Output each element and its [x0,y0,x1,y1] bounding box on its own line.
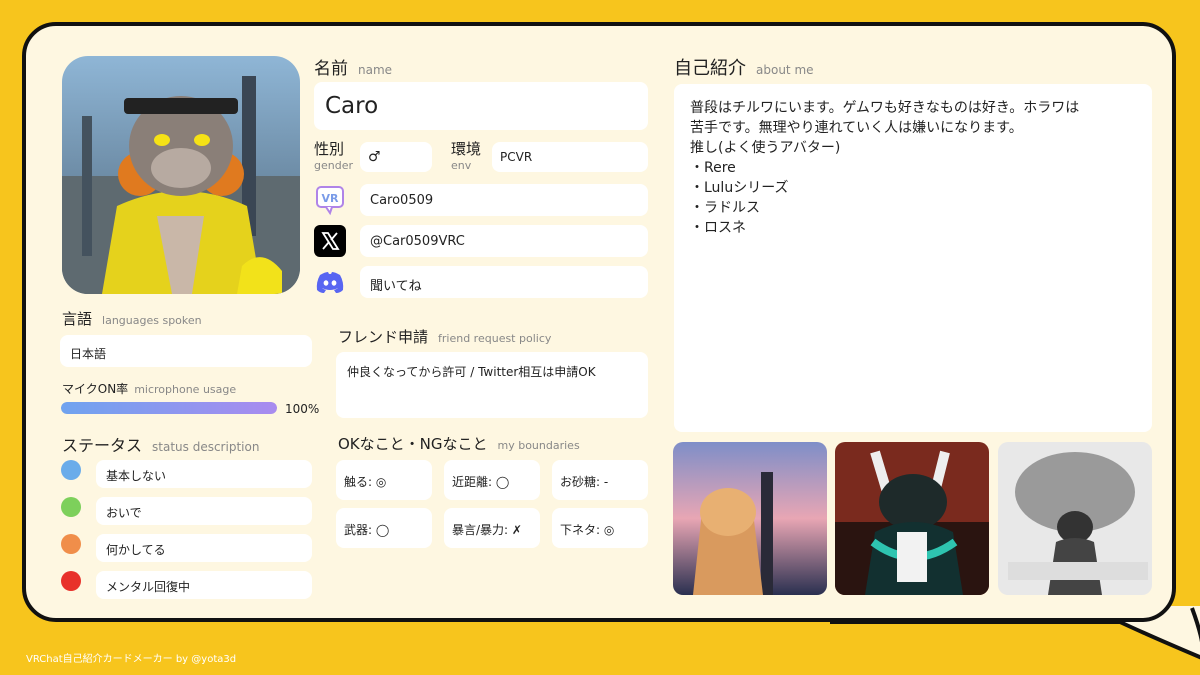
avatar-image [62,56,300,294]
status-item[interactable]: メンタル回復中 [96,571,312,599]
about-field[interactable]: 普段はチルワにいます。ゲムワも好きなものは好き。ホラワは 苦手です。無理やり連れ… [674,84,1152,432]
about-subtitle: about me [756,63,814,77]
status-dot-blue [61,460,81,480]
boundary-item[interactable]: お砂糖: - [552,460,648,500]
status-item[interactable]: 何かしてる [96,534,312,562]
about-line: ・ロスネ [690,220,746,236]
friend-title: フレンド申請 [338,328,429,346]
boundary-label: 近距離: ◯ [452,475,510,489]
languages-subtitle: languages spoken [102,314,202,327]
languages-value: 日本語 [70,347,107,361]
status-dot-orange [61,534,81,554]
boundary-item[interactable]: 武器: ◯ [336,508,432,548]
discord-icon [314,266,346,298]
avatar-photo-1 [673,442,827,595]
mic-bar [61,402,277,414]
avatar-photo-2 [835,442,989,595]
boundary-label: お砂糖: - [560,475,609,489]
boundary-label: 触る: ◎ [344,475,387,489]
about-line: 苦手です。無理やり連れていく人は嫌いになります。 [690,120,1023,136]
status-dot-red [61,571,81,591]
gender-subtitle: gender [314,159,353,172]
mic-title: マイクON率 [62,382,129,396]
avatar-photo-3 [998,442,1152,595]
status-dot-green [61,497,81,517]
footer-credit: VRChat自己紹介カードメーカー by @yota3d [26,654,237,665]
friend-value: 仲良くなってから許可 / Twitter相互は申請OK [347,365,596,379]
status-title: ステータス [62,436,143,455]
mic-value: 100% [285,402,320,416]
about-line: 普段はチルワにいます。ゲムワも好きなものは好き。ホラワは [690,100,1080,116]
vrchat-icon-text: VR [322,192,340,205]
boundary-label: 下ネタ: ◎ [560,523,615,537]
friend-subtitle: friend request policy [438,332,552,345]
name-title: 名前 [314,59,348,79]
boundary-item[interactable]: 暴言/暴力: ✗ [444,508,540,548]
name-field[interactable]: Caro [314,82,648,130]
boundaries-title: OKなこと・NGなこと [338,435,488,453]
boundary-item[interactable]: 近距離: ◯ [444,460,540,500]
boundary-item[interactable]: 触る: ◎ [336,460,432,500]
vrchat-id-field[interactable]: Caro0509 [360,184,648,216]
name-subtitle: name [358,63,393,77]
status-label: メンタル回復中 [106,580,191,594]
x-icon [314,225,346,257]
boundaries-subtitle: my boundaries [497,439,580,452]
twitter-handle-field[interactable]: @Car0509VRC [360,225,648,257]
discord-field[interactable]: 聞いてね [360,266,648,298]
env-subtitle: env [451,159,472,172]
boundary-label: 暴言/暴力: ✗ [452,523,522,537]
friend-field[interactable]: 仲良くなってから許可 / Twitter相互は申請OK [336,352,648,418]
gender-field[interactable]: ♂ [360,142,432,172]
status-item[interactable]: 基本しない [96,460,312,488]
status-item[interactable]: おいで [96,497,312,525]
env-field[interactable]: PCVR [492,142,648,172]
about-line: 推し(よく使うアバター) [690,140,841,156]
gender-title: 性別 [314,140,345,158]
languages-title: 言語 [62,310,93,328]
env-title: 環境 [451,140,482,158]
status-label: 基本しない [106,469,167,483]
about-line: ・ラドルス [690,200,760,216]
status-label: 何かしてる [106,543,166,557]
languages-field[interactable]: 日本語 [60,335,312,367]
about-line: ・Luluシリーズ [690,180,789,196]
about-title: 自己紹介 [674,58,746,79]
discord-value: 聞いてね [370,279,422,294]
status-subtitle: status description [152,440,260,454]
status-label: おいで [106,506,142,520]
gender-value: ♂ [368,149,381,165]
mic-bar-fill [61,402,277,414]
mic-subtitle: microphone usage [134,383,237,396]
env-value: PCVR [500,150,533,164]
boundary-label: 武器: ◯ [344,523,390,537]
boundary-item[interactable]: 下ネタ: ◎ [552,508,648,548]
name-value: Caro [325,93,379,119]
twitter-handle: @Car0509VRC [370,234,465,249]
about-line: ・Rere [690,160,736,176]
vrchat-id: Caro0509 [370,193,434,208]
vrchat-icon: VR [314,184,346,216]
